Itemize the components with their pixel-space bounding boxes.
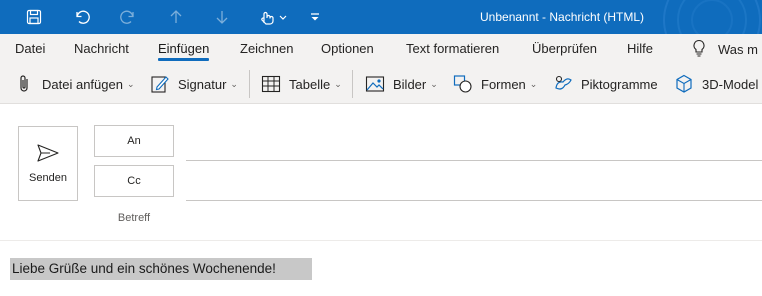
subject-label: Betreff: [117, 212, 151, 224]
ribbon-divider: [352, 70, 353, 98]
background-swirl-icon: [663, 0, 761, 34]
shapes-label: Formen: [481, 76, 526, 92]
save-icon[interactable]: [24, 0, 44, 34]
to-field[interactable]: [186, 160, 762, 161]
icons-button[interactable]: Piktogramme: [553, 64, 658, 104]
icons-icon: [553, 74, 573, 94]
tab-einfuegen[interactable]: Einfügen: [158, 34, 210, 64]
signature-label: Signatur: [178, 76, 227, 92]
body-divider: [0, 240, 762, 241]
lightbulb-icon: [692, 39, 706, 60]
3d-models-button[interactable]: 3D-Model: [674, 64, 758, 104]
chevron-down-icon: ⌄: [334, 78, 342, 89]
shapes-icon: [453, 74, 473, 94]
customize-icon[interactable]: [306, 0, 324, 34]
ribbon-divider: [249, 70, 250, 98]
to-label: An: [127, 135, 141, 147]
arrow-up-icon[interactable]: [166, 0, 186, 34]
tab-hilfe[interactable]: Hilfe: [627, 34, 653, 64]
message-body-selected-text[interactable]: Liebe Grüße und ein schönes Wochenende!: [10, 258, 312, 280]
tab-zeichnen[interactable]: Zeichnen: [240, 34, 293, 64]
table-icon: [261, 74, 281, 94]
cube-icon: [674, 74, 694, 94]
undo-icon[interactable]: [72, 0, 92, 34]
chevron-down-icon: ⌄: [126, 78, 135, 89]
redo-icon[interactable]: [118, 0, 138, 34]
tab-datei[interactable]: Datei: [15, 34, 45, 64]
tell-me-text: Was m: [718, 41, 758, 57]
tab-ueberpruefen[interactable]: Überprüfen: [532, 34, 597, 64]
table-label: Tabelle: [289, 76, 331, 92]
arrow-down-icon[interactable]: [212, 0, 232, 34]
send-icon: [37, 144, 59, 162]
picture-icon: [365, 74, 385, 94]
tab-text-formatieren[interactable]: Text formatieren: [406, 34, 499, 64]
signature-icon: [150, 74, 170, 94]
signature-button[interactable]: Signatur ⌄: [150, 64, 238, 104]
attach-file-label: Datei anfügen: [42, 76, 123, 92]
tell-me-search[interactable]: Was m: [692, 34, 758, 64]
send-label: Senden: [29, 172, 67, 184]
chevron-down-icon: ⌄: [230, 78, 238, 89]
chevron-down-icon: ⌄: [529, 78, 538, 89]
tab-optionen[interactable]: Optionen: [321, 34, 374, 64]
table-button[interactable]: Tabelle ⌄: [261, 64, 342, 104]
chevron-down-icon: ⌄: [430, 78, 438, 89]
pictures-button[interactable]: Bilder ⌄: [365, 64, 438, 104]
cc-label: Cc: [127, 175, 141, 187]
shapes-button[interactable]: Formen ⌄: [453, 64, 537, 104]
window-title: Unbenannt - Nachricht (HTML): [480, 10, 645, 24]
cc-field[interactable]: [186, 200, 762, 201]
cc-button[interactable]: Cc: [94, 165, 174, 197]
pictures-label: Bilder: [393, 76, 427, 92]
tab-nachricht[interactable]: Nachricht: [74, 34, 129, 64]
icons-label: Piktogramme: [581, 76, 658, 92]
title-bar: Unbenannt - Nachricht (HTML): [0, 0, 762, 34]
paperclip-icon: [14, 74, 34, 94]
touch-mode-icon[interactable]: [256, 0, 290, 34]
attach-file-button[interactable]: Datei anfügen ⌄: [14, 64, 135, 104]
to-button[interactable]: An: [94, 125, 174, 157]
send-button[interactable]: Senden: [18, 126, 78, 201]
3d-models-label: 3D-Model: [702, 76, 759, 92]
